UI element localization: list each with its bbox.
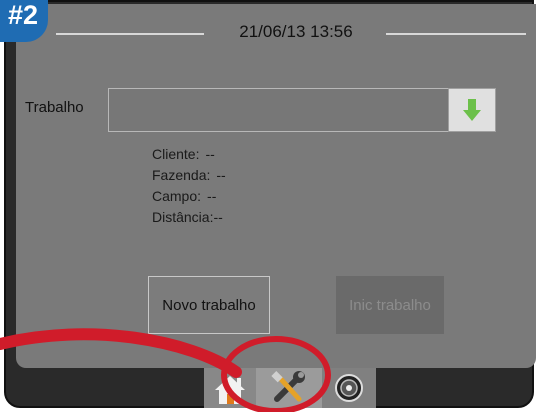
datetime-display: 21/06/13 13:56 <box>239 22 353 41</box>
detail-value: -- <box>216 167 226 183</box>
tab-home[interactable] <box>204 368 256 408</box>
job-select-field[interactable] <box>108 88 448 132</box>
detail-farm: Fazenda: -- <box>152 167 226 183</box>
tab-gauge[interactable] <box>322 368 376 408</box>
detail-client: Cliente: -- <box>152 146 215 162</box>
tab-tools[interactable] <box>256 368 322 408</box>
step-badge: #2 <box>0 0 48 42</box>
detail-label: Cliente: <box>152 146 200 162</box>
detail-value: -- <box>205 146 215 162</box>
detail-distance: Distância:-- <box>152 209 223 225</box>
home-icon <box>215 376 245 404</box>
tools-icon <box>271 371 305 402</box>
job-panel: 21/06/13 13:56 Trabalho Cliente: -- Fazen… <box>16 4 536 368</box>
detail-label: Campo: <box>152 188 202 204</box>
detail-field: Campo: -- <box>152 188 216 204</box>
device-screen: 21/06/13 13:56 Trabalho Cliente: -- Fazen… <box>4 0 536 408</box>
header-divider-right <box>386 33 526 35</box>
bottom-tab-bar <box>6 368 536 408</box>
detail-label: Distância: <box>152 209 214 225</box>
detail-label: Fazenda: <box>152 167 211 183</box>
arrow-down-icon <box>463 99 481 121</box>
header-divider-left <box>56 33 204 35</box>
new-job-button[interactable]: Novo trabalho <box>148 276 270 334</box>
start-job-button[interactable]: Inic trabalho <box>336 276 444 334</box>
detail-value: -- <box>213 209 223 225</box>
job-dropdown-button[interactable] <box>448 88 496 132</box>
job-label: Trabalho <box>25 99 84 116</box>
gauge-icon <box>335 374 363 402</box>
detail-value: -- <box>207 188 217 204</box>
